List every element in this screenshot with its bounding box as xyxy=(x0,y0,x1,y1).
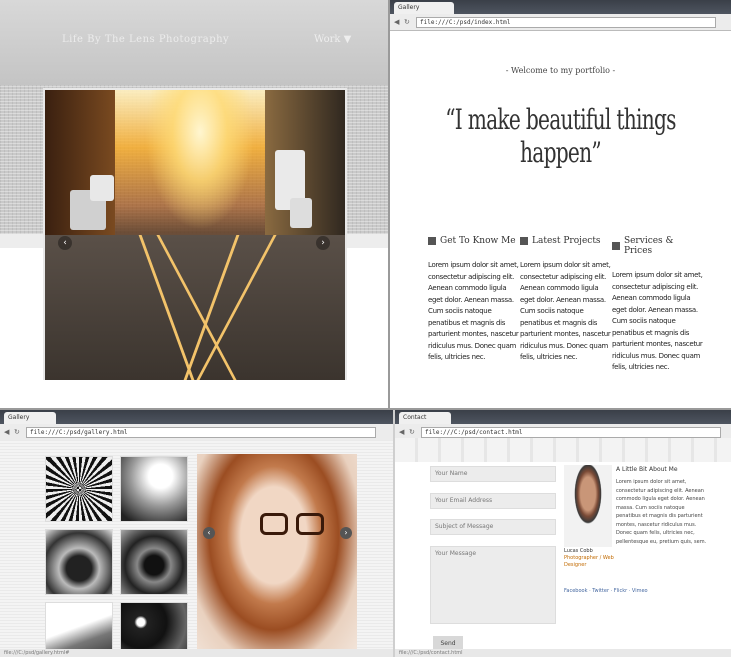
browser-chrome: Contact ◀ ↻ file:///C:/psd/contact.html xyxy=(395,410,731,441)
reload-icon[interactable]: ↻ xyxy=(404,18,410,26)
welcome-pretitle: - Welcome to my portfolio - xyxy=(505,66,616,75)
address-bar-row: ◀ ↻ file:///C:/psd/index.html xyxy=(390,14,731,30)
profile-name: Lucas Cobb xyxy=(564,548,593,554)
reload-icon[interactable]: ↻ xyxy=(14,428,20,436)
column-projects: Latest Projects Lorem ipsum dolor sit am… xyxy=(520,236,612,364)
address-bar-row: ◀ ↻ file:///C:/psd/gallery.html xyxy=(0,424,393,440)
column-title: Latest Projects xyxy=(532,236,601,246)
profile-caption: Lucas Cobb Photographer / Web Designer xyxy=(564,548,624,569)
browser-chrome: Gallery ◀ ↻ file:///C:/psd/gallery.html xyxy=(0,410,393,441)
bio-text: Lorem ipsum dolor sit amet, consectetur … xyxy=(616,479,707,545)
hero-slide-image xyxy=(43,88,347,380)
browser-tab[interactable]: Gallery xyxy=(394,2,454,14)
gallery-thumbnail[interactable] xyxy=(45,456,113,522)
column-services: Services & Prices Lorem ipsum dolor sit … xyxy=(612,236,704,374)
reload-icon[interactable]: ↻ xyxy=(409,428,415,436)
user-icon xyxy=(428,237,436,245)
column-about: Get To Know Me Lorem ipsum dolor sit ame… xyxy=(428,236,520,364)
tab-strip: Contact xyxy=(395,410,731,424)
column-title: Get To Know Me xyxy=(440,236,516,246)
header-stripe xyxy=(395,438,731,462)
email-field[interactable]: Your Email Address xyxy=(430,493,556,509)
headline: “I make beautiful things happen” xyxy=(445,103,676,169)
slider-prev-button[interactable]: ‹ xyxy=(58,236,72,250)
browser-chrome: Gallery ◀ ↻ file:///C:/psd/index.html xyxy=(390,0,731,31)
subject-field[interactable]: Subject of Message xyxy=(430,519,556,535)
profile-role: Photographer / Web Designer xyxy=(564,555,614,568)
profile-photo xyxy=(564,465,612,547)
name-field[interactable]: Your Name xyxy=(430,466,556,482)
site-title[interactable]: Life By The Lens Photography xyxy=(62,34,229,45)
address-input[interactable]: file:///C:/psd/contact.html xyxy=(421,427,721,438)
address-input[interactable]: file:///C:/psd/index.html xyxy=(416,17,716,28)
folder-icon xyxy=(520,237,528,245)
column-text: Lorem ipsum dolor sit amet, consectetur … xyxy=(428,261,519,361)
glasses-graphic xyxy=(260,513,330,535)
back-icon[interactable]: ◀ xyxy=(4,428,9,436)
car xyxy=(290,198,312,228)
gallery-prev-button[interactable]: ‹ xyxy=(203,527,215,539)
slider-next-button[interactable]: › xyxy=(316,236,330,250)
message-textarea[interactable]: Your Message xyxy=(430,546,556,624)
browser-tab[interactable]: Gallery xyxy=(4,412,56,424)
column-title: Services & Prices xyxy=(623,236,674,256)
sunlight-glow xyxy=(145,90,255,230)
social-links[interactable]: Facebook · Twitter · Flickr · Vimeo xyxy=(564,588,648,594)
gallery-thumbnail[interactable] xyxy=(120,456,188,522)
gallery-thumbnail[interactable] xyxy=(120,529,188,595)
homepage-slider-screenshot: Life By The Lens Photography Work ▼ ‹ › xyxy=(0,0,388,408)
contact-page-screenshot: Contact ◀ ↻ file:///C:/psd/contact.html … xyxy=(395,410,731,657)
tab-strip: Gallery xyxy=(390,0,731,14)
gallery-page-screenshot: Gallery ◀ ↻ file:///C:/psd/gallery.html … xyxy=(0,410,393,657)
gallery-thumbnail[interactable] xyxy=(45,529,113,595)
column-text: Lorem ipsum dolor sit amet, consectetur … xyxy=(612,271,703,371)
bio-title: A Little Bit About Me xyxy=(616,466,678,473)
gallery-next-button[interactable]: › xyxy=(340,527,352,539)
column-text: Lorem ipsum dolor sit amet, consectetur … xyxy=(520,261,611,361)
status-bar: file:///C:/psd/gallery.html# xyxy=(0,649,393,657)
browser-tab[interactable]: Contact xyxy=(399,412,451,424)
status-bar: file:///C:/psd/contact.html xyxy=(395,649,731,657)
tram-tracks xyxy=(45,235,345,380)
nav-menu[interactable]: Work ▼ xyxy=(314,34,351,45)
back-icon[interactable]: ◀ xyxy=(399,428,404,436)
homepage-intro-screenshot: Gallery ◀ ↻ file:///C:/psd/index.html - … xyxy=(390,0,731,408)
back-icon[interactable]: ◀ xyxy=(394,18,399,26)
address-input[interactable]: file:///C:/psd/gallery.html xyxy=(26,427,376,438)
featured-portrait-image xyxy=(197,454,357,657)
tab-strip: Gallery xyxy=(0,410,393,424)
price-tag-icon xyxy=(612,242,620,250)
car xyxy=(90,175,114,201)
